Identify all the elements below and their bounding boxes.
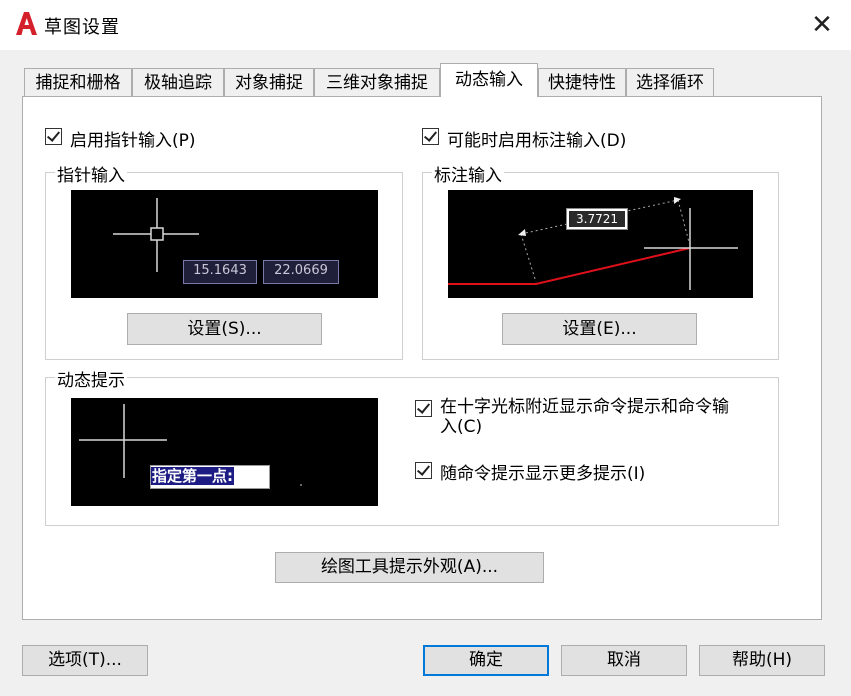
tab-object-snap[interactable]: 对象捕捉 [224, 68, 314, 96]
show-prompts-near-crosshair-label-line2: 入(C) [440, 417, 483, 437]
options-button[interactable]: 选项(T)... [22, 645, 148, 676]
dimension-input-group-title: 标注输入 [432, 161, 504, 186]
show-prompts-near-crosshair-label: 在十字光标附近显示命令提示和命令输 入(C) [440, 397, 729, 437]
tab-polar-tracking[interactable]: 极轴追踪 [132, 68, 224, 96]
crosshair-icon [79, 404, 302, 486]
show-additional-tips-checkbox[interactable] [415, 462, 432, 479]
window-title: 草图设置 [44, 17, 120, 38]
tab-quick-properties[interactable]: 快捷特性 [538, 68, 626, 96]
pointer-input-group-title: 指针输入 [55, 161, 127, 186]
dimension-input-preview: 3.7721 [448, 190, 753, 298]
tab-snap-grid[interactable]: 捕捉和栅格 [24, 68, 132, 96]
show-prompts-near-crosshair-checkbox[interactable] [415, 400, 432, 417]
tab-dynamic-input[interactable]: 动态输入 [440, 63, 538, 97]
tab-selection-cycling[interactable]: 选择循环 [626, 68, 714, 96]
ok-button[interactable]: 确定 [423, 645, 549, 676]
enable-dimension-input-checkbox[interactable] [422, 128, 439, 145]
help-button[interactable]: 帮助(H) [699, 645, 825, 676]
command-prompt-text: 指定第一点: [151, 467, 234, 485]
show-prompts-near-crosshair-label-line1: 在十字光标附近显示命令提示和命令输 [440, 397, 729, 417]
dimension-lines-icon [448, 197, 738, 290]
enable-pointer-input-label: 启用指针输入(P) [70, 131, 196, 151]
pointer-settings-button[interactable]: 设置(S)... [127, 313, 322, 345]
command-prompt-tooltip: 指定第一点: [150, 465, 270, 489]
pointer-input-preview: 15.1643 22.0669 [71, 190, 378, 298]
cancel-button[interactable]: 取消 [561, 645, 687, 676]
autocad-logo-icon [16, 12, 37, 35]
dimension-settings-button[interactable]: 设置(E)... [502, 313, 697, 345]
close-icon[interactable]: ✕ [805, 8, 839, 42]
enable-dimension-input-label: 可能时启用标注输入(D) [447, 131, 627, 151]
show-additional-tips-label: 随命令提示显示更多提示(I) [440, 464, 646, 484]
tab-3d-object-snap[interactable]: 三维对象捕捉 [314, 68, 440, 96]
dynamic-prompts-group-title: 动态提示 [55, 366, 127, 391]
tooltip-appearance-button[interactable]: 绘图工具提示外观(A)... [275, 552, 544, 583]
dimension-value-box: 3.7721 [566, 208, 628, 230]
title-bar [0, 0, 851, 50]
pointer-x-value: 15.1643 [183, 260, 257, 284]
pointer-y-value: 22.0669 [263, 260, 339, 284]
dynamic-prompts-preview: 指定第一点: [71, 398, 378, 506]
enable-pointer-input-checkbox[interactable] [45, 128, 62, 145]
dimension-value: 3.7721 [569, 211, 625, 227]
